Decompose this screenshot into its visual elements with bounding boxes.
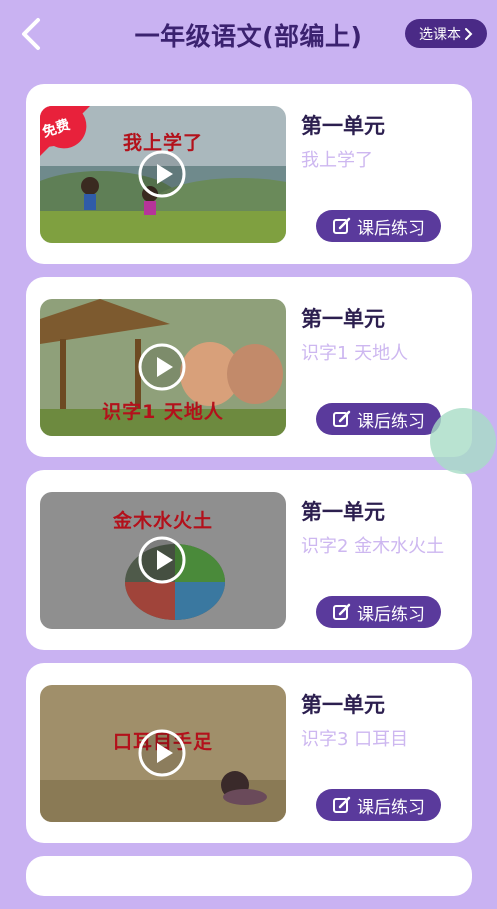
play-icon[interactable] [138,536,186,584]
edit-icon [333,796,351,813]
chevron-right-icon [464,27,473,41]
lesson-title: 我上学了 [301,150,373,171]
practice-button[interactable]: 课后练习 [316,789,441,821]
lesson-title: 识字1 天地人 [301,343,409,364]
lesson-card[interactable]: 识字1 天地人 第一单元 识字1 天地人 课后练习 [26,277,472,457]
lesson-card[interactable] [26,856,472,896]
unit-title: 第一单元 [301,500,385,524]
practice-label: 课后练习 [357,797,425,818]
select-textbook-button[interactable]: 选课本 [405,19,487,48]
video-thumbnail[interactable]: 金木水火土 [40,492,286,629]
thumbnail-title: 识字1 天地人 [102,401,224,423]
video-thumbnail[interactable]: 口耳目手足 [40,685,286,822]
floating-assistive-bubble[interactable] [430,408,496,474]
play-icon[interactable] [138,343,186,391]
unit-title: 第一单元 [301,114,385,138]
thumbnail-title: 金木水火土 [112,510,213,532]
edit-icon [333,217,351,234]
unit-title: 第一单元 [301,693,385,717]
video-thumbnail[interactable]: 识字1 天地人 [40,299,286,436]
practice-label: 课后练习 [357,411,425,432]
unit-title: 第一单元 [301,307,385,331]
lesson-card[interactable]: 我上学了 免费 第一单元 我上学了 课后练习 [26,84,472,264]
lesson-list: 我上学了 免费 第一单元 我上学了 课后练习 识字1 天地人 第一单元 识字1 … [26,84,472,909]
header: 一年级语文(部编上) 选课本 [0,0,497,70]
practice-label: 课后练习 [357,604,425,625]
lesson-title: 识字2 金木水火土 [301,536,445,557]
play-icon[interactable] [138,729,186,777]
practice-button[interactable]: 课后练习 [316,403,441,435]
edit-icon [333,603,351,620]
edit-icon [333,410,351,427]
practice-label: 课后练习 [357,218,425,239]
lesson-card[interactable]: 金木水火土 第一单元 识字2 金木水火土 课后练习 [26,470,472,650]
video-thumbnail[interactable]: 我上学了 免费 [40,106,286,243]
practice-button[interactable]: 课后练习 [316,596,441,628]
lesson-title: 识字3 口耳目 [301,729,409,750]
lesson-card[interactable]: 口耳目手足 第一单元 识字3 口耳目 课后练习 [26,663,472,843]
select-textbook-label: 选课本 [419,26,461,43]
play-icon[interactable] [138,150,186,198]
practice-button[interactable]: 课后练习 [316,210,441,242]
